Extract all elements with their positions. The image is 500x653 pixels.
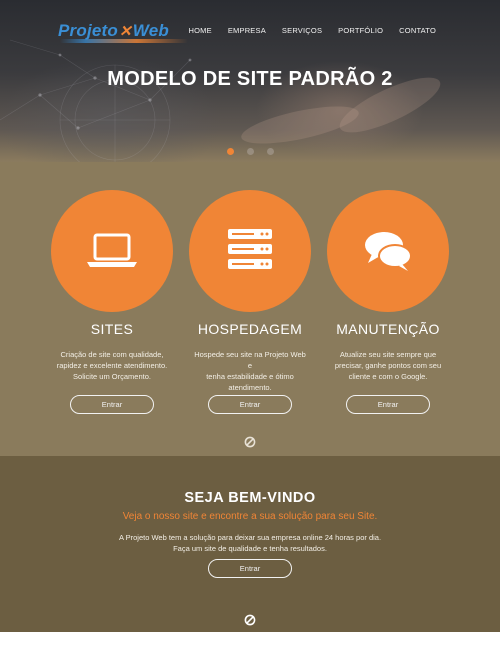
service-description-line: rapidez e excelente atendimento. <box>56 361 168 370</box>
welcome-text-line: Faça um site de qualidade e tenha result… <box>173 544 327 553</box>
service-description-line: atendimento. <box>228 383 272 392</box>
slider-dot-3[interactable] <box>266 148 274 155</box>
logo-text-projeto: Projeto <box>58 21 118 40</box>
service-title: MANUTENÇÃO <box>336 321 440 337</box>
service-title: HOSPEDAGEM <box>197 321 303 337</box>
welcome-title: SEJA BEM-VINDO <box>184 490 316 506</box>
laptop-icon <box>87 233 137 267</box>
logo-swoosh <box>60 39 188 43</box>
nav-item-contato[interactable]: CONTATO <box>399 26 436 35</box>
main-nav: HOME EMPRESA SERVIÇOS PORTFÓLIO CONTATO <box>173 26 436 35</box>
welcome-section: SEJA BEM-VINDO Veja o nosso site e encon… <box>0 456 500 632</box>
hero-title: MODELO DE SITE PADRÃO 2 <box>107 68 393 90</box>
service-circle <box>51 190 173 312</box>
service-description-line: tenha estabilidade e ótimo <box>206 372 294 381</box>
sites-entrar-button[interactable]: Entrar <box>70 395 154 414</box>
hero-banner: Projeto ✕ Web HOME EMPRESA SERVIÇOS PORT… <box>0 0 500 162</box>
slider-dot-1[interactable] <box>226 148 234 155</box>
service-description: Criação de site com qualidade, rapidez e… <box>50 349 174 382</box>
welcome-text: A Projeto Web tem a solução para deixar … <box>0 532 500 554</box>
service-description-line: Criação de site com qualidade, <box>60 350 164 359</box>
service-description: Atualize seu site sempre que precisar, g… <box>326 349 450 382</box>
welcome-subtitle: Veja o nosso site e encontre a sua soluç… <box>122 511 378 522</box>
slider-dot-2[interactable] <box>246 148 254 155</box>
service-description-line: cliente e com o Google. <box>348 372 428 381</box>
service-card-hospedagem: HOSPEDAGEM Hospede seu site na Projeto W… <box>188 190 312 414</box>
service-description-line: Solicite um Orçamento. <box>73 372 151 381</box>
service-card-manutencao: MANUTENÇÃO Atualize seu site sempre que … <box>326 190 450 414</box>
nav-item-home[interactable]: HOME <box>189 26 212 35</box>
nav-item-empresa[interactable]: EMPRESA <box>228 26 266 35</box>
manutencao-entrar-button[interactable]: Entrar <box>346 395 430 414</box>
service-card-sites: SITES Criação de site com qualidade, rap… <box>50 190 174 414</box>
chat-bubbles-icon <box>365 232 412 271</box>
service-title: SITES <box>90 321 134 337</box>
nav-item-portfolio[interactable]: PORTFÓLIO <box>338 26 383 35</box>
no-symbol-divider-icon <box>244 436 256 448</box>
service-description-line: Atualize seu site sempre que <box>339 350 437 359</box>
service-circle <box>327 190 449 312</box>
server-icon <box>228 229 272 269</box>
hospedagem-entrar-button[interactable]: Entrar <box>208 395 292 414</box>
no-symbol-divider-icon <box>244 614 256 626</box>
slider-dots <box>0 148 500 155</box>
logo-x-icon: ✕ <box>118 23 132 40</box>
service-description-line: Hospede seu site na Projeto Web e <box>194 350 306 370</box>
welcome-text-line: A Projeto Web tem a solução para deixar … <box>118 533 382 542</box>
service-circle <box>189 190 311 312</box>
page: Projeto ✕ Web HOME EMPRESA SERVIÇOS PORT… <box>0 0 500 653</box>
service-description: Hospede seu site na Projeto Web e tenha … <box>188 349 312 393</box>
footer-strip <box>0 632 500 653</box>
logo-text-web: Web <box>132 21 169 40</box>
nav-item-servicos[interactable]: SERVIÇOS <box>282 26 322 35</box>
welcome-entrar-button[interactable]: Entrar <box>208 559 292 578</box>
service-description-line: precisar, ganhe pontos com seu <box>334 361 442 370</box>
services-section: SITES Criação de site com qualidade, rap… <box>0 162 500 456</box>
